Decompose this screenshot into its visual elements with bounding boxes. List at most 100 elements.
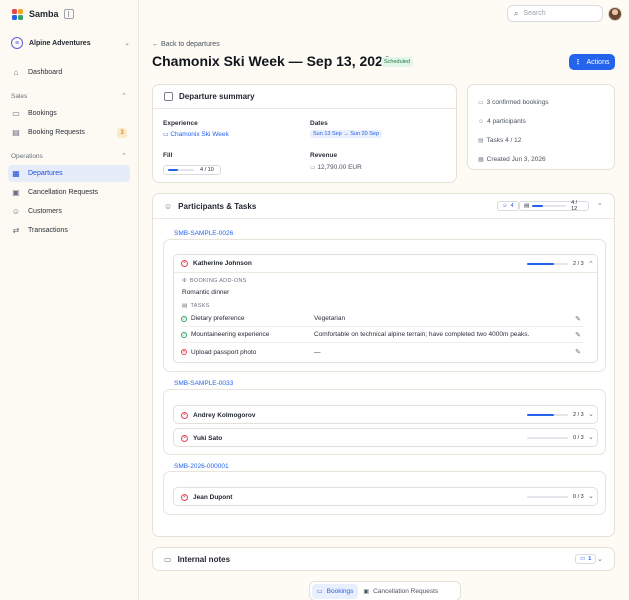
edit-icon[interactable]: ✎ xyxy=(575,331,581,339)
sidebar-item-label: Bookings xyxy=(28,110,57,117)
actions-button[interactable]: ⋮ Actions xyxy=(569,54,615,70)
sidebar-item-transactions[interactable]: ⇄ Transactions xyxy=(8,222,130,239)
progress-fill xyxy=(527,414,555,416)
sidebar-item-dashboard[interactable]: ⌂ Dashboard xyxy=(8,64,130,81)
addons-label-text: BOOKING ADD-ONS xyxy=(189,278,247,284)
tasks-icon: ▤ xyxy=(524,203,530,209)
participant-card[interactable]: ✕ Yuki Sato 0 / 3 ⌄ xyxy=(173,428,598,447)
tasks-icon: ▤ xyxy=(478,138,484,144)
progress-text: 0 / 3 xyxy=(573,435,584,441)
fill-bar-fill xyxy=(168,169,179,171)
sidebar-item-label: Booking Requests xyxy=(28,129,85,136)
participant-card: ✕ Katherine Johnson 2 / 3 ⌃ ✣ BOOKING ADD… xyxy=(173,254,598,363)
section-sales[interactable]: Sales ⌃ xyxy=(8,89,130,103)
sidebar-item-label: Dashboard xyxy=(28,69,63,76)
tab-label: Cancellation Requests xyxy=(373,587,439,595)
sidebar-item-label: Transactions xyxy=(28,227,68,234)
samba-logo xyxy=(12,8,23,20)
notes-count: 1 xyxy=(588,556,592,562)
stat-text: Created Jun 3, 2026 xyxy=(486,156,546,163)
tab-label: Bookings xyxy=(326,587,354,595)
section-operations[interactable]: Operations ⌃ xyxy=(8,149,130,163)
participant-card[interactable]: ✕ Jean Dupont 0 / 3 ⌄ xyxy=(173,487,598,506)
users-icon: ☺ xyxy=(502,203,508,209)
stat-text: Tasks 4 / 12 xyxy=(486,137,522,144)
task-row: ✕ Upload passport photo — ✎ xyxy=(181,344,583,360)
notes-count-chip: ▭ 1 xyxy=(575,554,597,564)
clipboard-icon: ▤ xyxy=(182,303,188,309)
chevron-down-icon[interactable]: ⌄ xyxy=(588,492,594,500)
experience-link[interactable]: ▭ Chamonix Ski Week xyxy=(163,131,229,138)
users-icon: ☺ xyxy=(478,118,485,125)
booking-ref-link[interactable]: SMB-SAMPLE-0033 xyxy=(174,380,234,387)
tab-bookings[interactable]: ▭ Bookings xyxy=(312,583,359,599)
summary-title: Departure summary xyxy=(179,92,255,101)
chevron-down-icon[interactable]: ⌄ xyxy=(588,433,594,441)
sidebar-item-customers[interactable]: ☺ Customers xyxy=(8,203,130,220)
participant-card[interactable]: ✕ Andrey Kolmogorov 2 / 3 ⌄ xyxy=(173,405,598,424)
tab-cancellation-requests[interactable]: ▣ Cancellation Requests xyxy=(358,584,443,599)
chevron-up-icon[interactable]: ⌃ xyxy=(588,260,594,268)
participant-progress: 2 / 3 xyxy=(527,261,584,267)
count-badge: 3 xyxy=(117,127,127,138)
org-switcher[interactable]: ≡ Alpine Adventures ⌄ xyxy=(8,34,130,52)
search-placeholder: Search xyxy=(523,10,546,17)
edit-icon[interactable]: ✎ xyxy=(575,315,581,323)
sidebar-item-cancellation-requests[interactable]: ▣ Cancellation Requests xyxy=(8,184,130,201)
note-icon: ▭ xyxy=(164,554,172,564)
participant-name: Jean Dupont xyxy=(193,493,233,501)
edit-icon[interactable]: ✎ xyxy=(575,348,581,356)
fill-text: 4 / 10 xyxy=(200,167,214,173)
sidebar-item-label: Departures xyxy=(28,170,63,177)
search-input[interactable]: ⌕ Search xyxy=(507,5,603,22)
x-circle-icon: ✕ xyxy=(181,411,188,419)
stat-participants: ☺ 4 participants xyxy=(478,112,604,131)
chevron-down-icon[interactable]: ⌄ xyxy=(597,555,603,563)
revenue-amount: 12,790.00 EUR xyxy=(317,164,362,171)
summary-header: Departure summary xyxy=(153,85,456,109)
section-title: Sales xyxy=(11,92,28,100)
sparkle-icon: ✣ xyxy=(182,278,187,284)
revenue-label: Revenue xyxy=(310,152,338,159)
booking-group: ✕ Jean Dupont 0 / 3 ⌄ xyxy=(163,471,606,515)
participant-name: Andrey Kolmogorov xyxy=(193,411,256,419)
calendar-icon: ▦ xyxy=(478,157,484,163)
sidebar-toggle-icon[interactable] xyxy=(64,9,74,19)
chevron-up-icon[interactable]: ⌃ xyxy=(597,202,603,210)
chevron-down-icon[interactable]: ⌄ xyxy=(588,410,594,418)
x-circle-icon: ✕ xyxy=(181,434,188,442)
users-icon: ☺ xyxy=(11,207,21,216)
tasks-label: ▤ TASKS xyxy=(182,303,210,309)
dates-chip: Sun 13 Sep → Sun 20 Sep xyxy=(310,130,383,138)
progress-text: 2 / 3 xyxy=(573,261,584,267)
task-value: — xyxy=(314,348,321,356)
stat-confirmed-bookings: ▭ 3 confirmed bookings xyxy=(478,93,604,112)
tasks-text: 4 / 12 xyxy=(571,200,578,212)
sidebar-item-bookings[interactable]: ▭ Bookings xyxy=(8,105,130,122)
task-row: ✓ Dietary preference Vegetarian ✎ xyxy=(181,311,583,327)
main-content: ⌕ Search ← Back to departures Chamonix S… xyxy=(139,0,629,600)
stat-text: 3 confirmed bookings xyxy=(486,99,549,106)
internal-notes-card[interactable]: ▭ Internal notes ▭ 1 ⌄ xyxy=(152,547,615,571)
actions-label: Actions xyxy=(586,58,610,66)
sidebar-item-booking-requests[interactable]: ▤ Booking Requests 3 xyxy=(8,124,130,141)
sidebar-item-label: Customers xyxy=(28,208,62,215)
participant-name: Yuki Sato xyxy=(193,434,223,442)
booking-ref-link[interactable]: SMB-2026-000001 xyxy=(174,463,229,470)
task-name: Mountaineering experience xyxy=(191,331,270,338)
status-badge: Scheduled xyxy=(381,57,413,67)
revenue-value: ▭ 12,790.00 EUR xyxy=(310,164,362,171)
comment-icon: ▭ xyxy=(580,556,586,562)
task-row: ✓ Mountaineering experience Comfortable … xyxy=(181,327,583,343)
fill-indicator: 4 / 10 xyxy=(163,165,221,175)
fill-label: Fill xyxy=(163,152,173,159)
booking-ref-link[interactable]: SMB-SAMPLE-0026 xyxy=(174,230,234,237)
people-count: 4 xyxy=(510,203,514,209)
task-name: Upload passport photo xyxy=(191,348,257,356)
people-count-chip: ☺ 4 xyxy=(497,201,519,211)
sidebar-item-departures[interactable]: ▦ Departures xyxy=(8,165,130,182)
user-avatar[interactable] xyxy=(608,7,622,21)
back-link[interactable]: ← Back to departures xyxy=(152,41,220,48)
progress-text: 0 / 3 xyxy=(573,494,584,500)
progress-fill xyxy=(527,263,555,265)
